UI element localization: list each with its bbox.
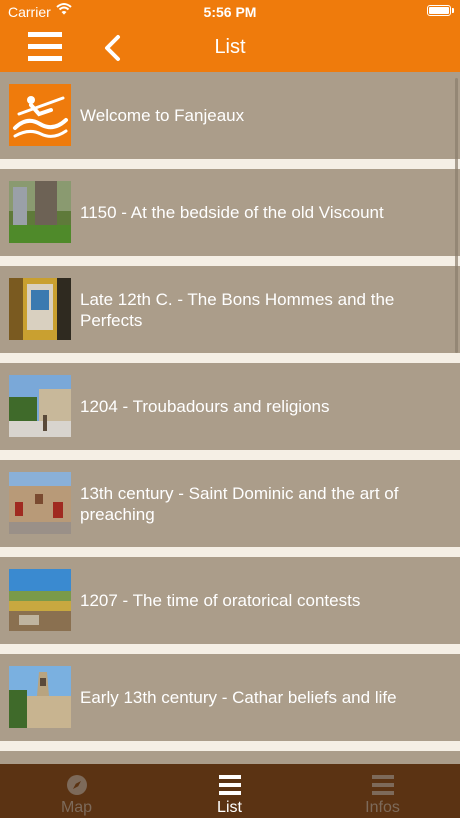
thumbnail-tree	[9, 181, 71, 243]
list-item-title: 13th century - Saint Dominic and the art…	[80, 483, 399, 524]
list-item-title: Early 13th century - Cathar beliefs and …	[80, 688, 397, 707]
tab-label: Map	[60, 799, 93, 816]
list-item-title: Late 12th C. - The Bons Hommes and the P…	[80, 289, 395, 330]
thumbnail-logo	[9, 84, 71, 146]
list-item-title: Welcome to Fanjeaux	[80, 106, 245, 125]
tab-bar: Map List Infos	[0, 764, 460, 818]
thumbnail-square	[9, 375, 71, 437]
tab-label: Infos	[365, 799, 400, 816]
list-item-title: 1150 - At the bedside of the old Viscoun…	[80, 203, 384, 222]
status-bar: Carrier 5:56 PM	[0, 0, 460, 24]
thumbnail-landscape	[9, 569, 71, 631]
thumbnail-church	[9, 666, 71, 728]
scrollbar[interactable]	[455, 78, 458, 353]
battery-icon	[427, 5, 454, 16]
list-item-title: 1207 - The time of oratorical contests	[80, 591, 361, 610]
list-icon	[218, 775, 241, 795]
list-item[interactable]: Early 13th century - Cathar beliefs and …	[0, 654, 460, 741]
list-item[interactable]: Late 12th C. - The Bons Hommes and the P…	[0, 266, 460, 353]
list-item[interactable]: 13th century - Saint Dominic and the art…	[0, 460, 460, 547]
list-item[interactable]: 1204 - Troubadours and religions	[0, 363, 460, 450]
list-item[interactable]: Welcome to Fanjeaux	[0, 72, 460, 159]
list-item[interactable]: 1207 - The time of oratorical contests	[0, 557, 460, 644]
list-item[interactable]: 1150 - At the bedside of the old Viscoun…	[0, 169, 460, 256]
list-item-title: 1204 - Troubadours and religions	[80, 397, 330, 416]
info-list-icon	[371, 775, 394, 795]
navigation-bar: List	[0, 24, 460, 72]
tab-infos[interactable]: Infos	[306, 764, 459, 818]
content-list: Welcome to Fanjeaux 1150 - At the bedsid…	[0, 72, 460, 764]
list-item[interactable]	[0, 751, 460, 764]
page-title: List	[214, 36, 246, 58]
thumbnail-house	[9, 472, 71, 534]
thumbnail-sign	[9, 278, 71, 340]
clock: 5:56 PM	[203, 4, 257, 20]
tab-map[interactable]: Map	[0, 764, 153, 818]
tab-list[interactable]: List	[153, 764, 306, 818]
compass-icon	[66, 775, 87, 795]
tab-label: List	[217, 799, 242, 816]
